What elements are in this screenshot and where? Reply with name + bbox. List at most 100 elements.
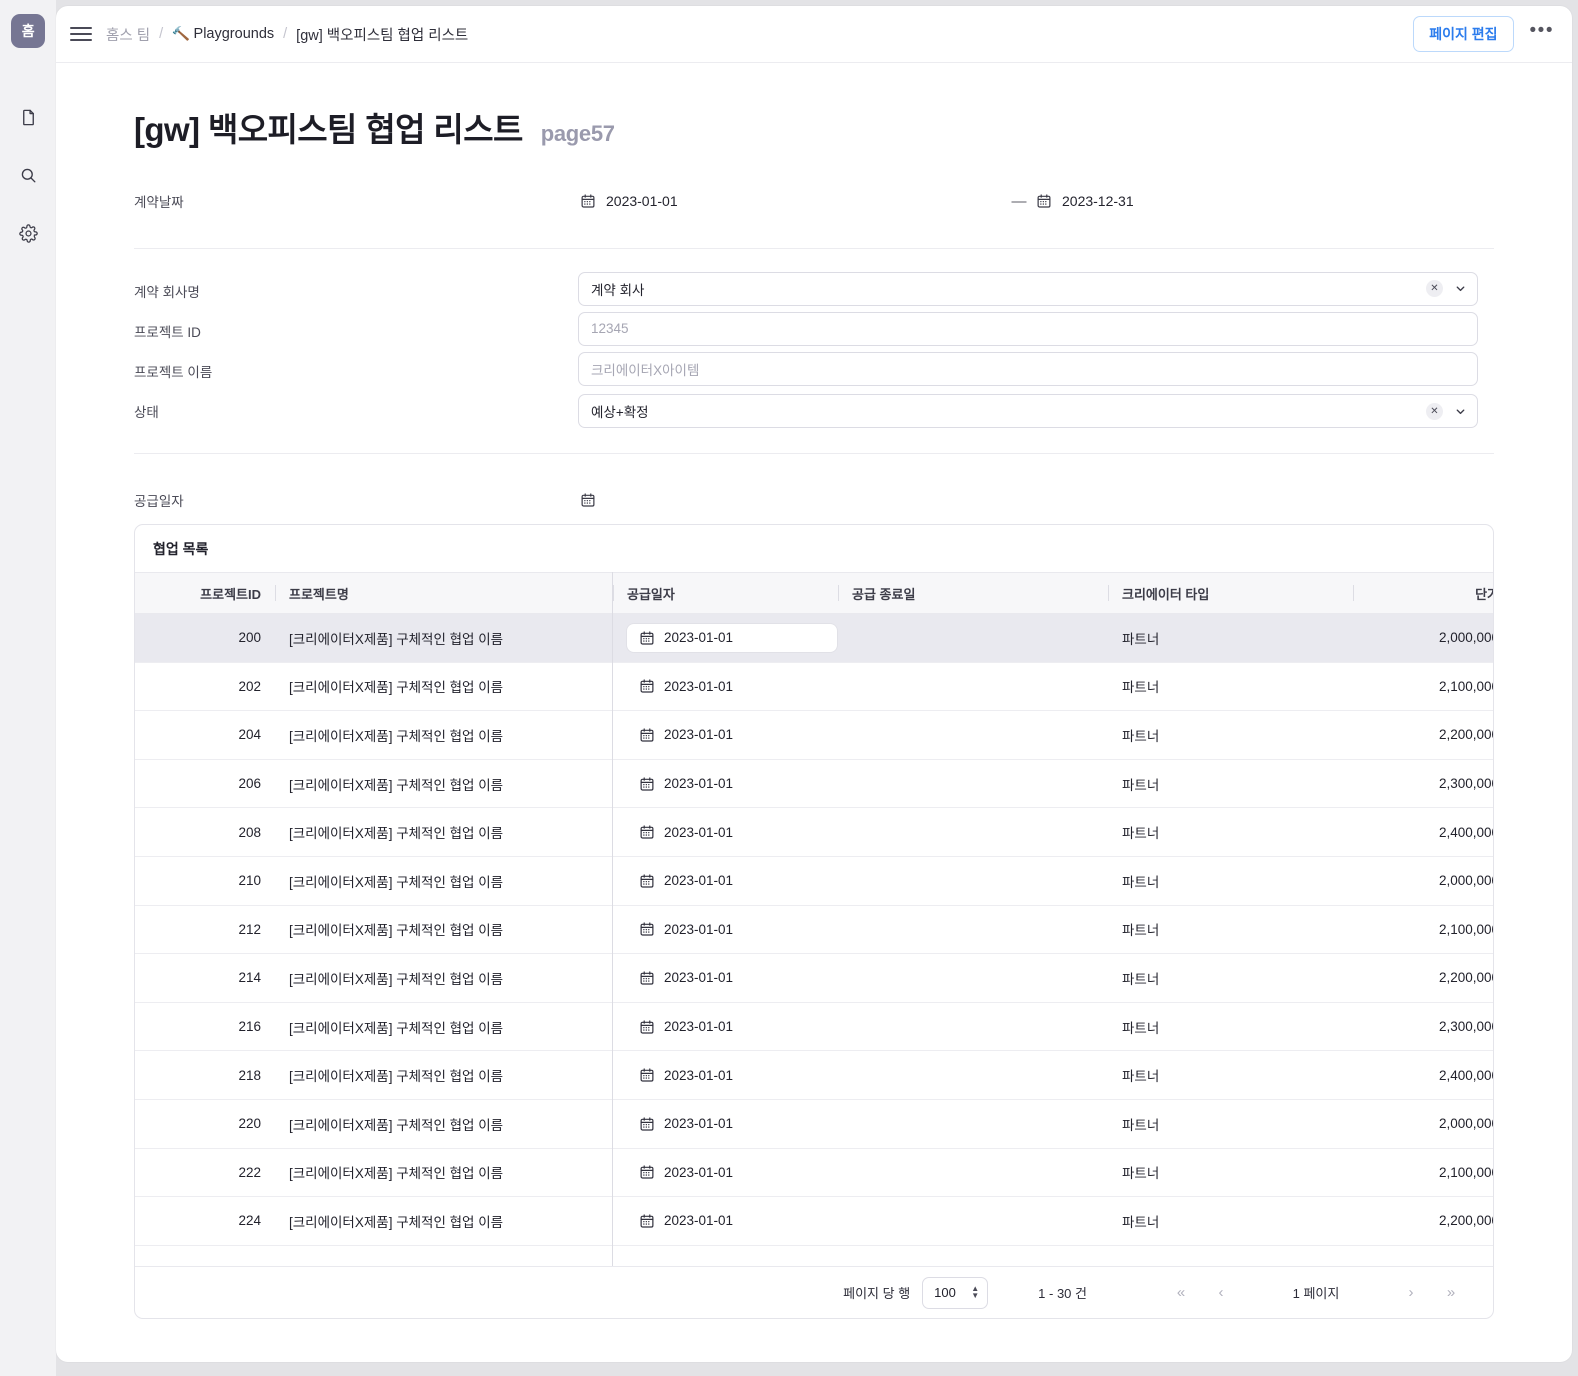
chevron-down-icon[interactable] (1454, 405, 1467, 418)
cell-supply-date[interactable]: 2023-01-01 (613, 759, 838, 809)
contract-date-end-input[interactable]: 2023-12-31 (1034, 189, 1136, 213)
cell-creator-type: 파트너 (1108, 1002, 1353, 1052)
project-id-input[interactable]: 12345 (578, 311, 1478, 346)
column-header-project-id[interactable]: 프로젝트ID (135, 572, 275, 614)
cell-supply-date[interactable]: 2023-01-01 (613, 613, 838, 663)
rail-home-button[interactable]: 홈 (11, 14, 45, 48)
supply-date-picker[interactable]: 2023-01-01 (627, 867, 745, 895)
table-row[interactable]: 214 [크리에이터X제품] 구체적인 협업 이름 2023-01-01 파트너 2,2… (135, 953, 1493, 1003)
cell-project-name: [크리에이터X제품] 구체적인 협업 이름 (275, 1002, 613, 1052)
next-page-button[interactable]: › (1391, 1284, 1431, 1301)
clear-icon[interactable]: ✕ (1426, 402, 1443, 420)
supply-date-picker[interactable]: 2023-01-01 (627, 1061, 745, 1089)
chevron-down-icon[interactable] (1454, 282, 1467, 295)
table-row[interactable]: 200 [크리에이터X제품] 구체적인 협업 이름 2023-01-01 파트너 2,0… (135, 613, 1493, 663)
collaboration-list-card: 협업 목록 프로젝트ID 프로젝트명 공급일자 공급 종료일 크리에이터 타입 (134, 524, 1494, 1319)
cell-project-id: 212 (135, 905, 275, 955)
table-body: 200 [크리에이터X제품] 구체적인 협업 이름 2023-01-01 파트너 2,0… (135, 613, 1493, 1246)
calendar-icon (640, 1117, 654, 1131)
column-header-creator-type[interactable]: 크리에이터 타입 (1108, 572, 1353, 614)
cell-supply-end-date[interactable] (838, 662, 1108, 712)
cell-supply-end-date[interactable] (838, 759, 1108, 809)
supply-date-text: 2023-01-01 (664, 630, 734, 646)
supply-date-picker[interactable]: 2023-01-01 (627, 1013, 745, 1041)
supply-date-picker[interactable]: 2023-01-01 (627, 770, 745, 798)
more-options-icon[interactable]: ••• (1530, 21, 1554, 42)
edit-page-button[interactable]: 페이지 편집 (1413, 16, 1514, 52)
cell-supply-date[interactable]: 2023-01-01 (613, 710, 838, 760)
project-name-input[interactable]: 크리에이터X아이템 (578, 351, 1478, 386)
table-row[interactable]: 208 [크리에이터X제품] 구체적인 협업 이름 2023-01-01 파트너 2,4… (135, 807, 1493, 857)
rows-per-page-stepper[interactable]: 100 ▲ ▼ (922, 1276, 989, 1309)
cell-supply-end-date[interactable] (838, 905, 1108, 955)
cell-supply-end-date[interactable] (838, 710, 1108, 760)
supply-date-picker[interactable]: 2023-01-01 (627, 1158, 745, 1186)
clear-icon[interactable]: ✕ (1426, 280, 1443, 297)
cell-supply-date[interactable]: 2023-01-01 (613, 953, 838, 1003)
cell-supply-end-date[interactable] (838, 953, 1108, 1003)
cell-supply-date[interactable]: 2023-01-01 (613, 1050, 838, 1100)
cell-supply-end-date[interactable] (838, 856, 1108, 906)
prev-page-button[interactable]: ‹ (1201, 1284, 1241, 1301)
breadcrumb-space[interactable]: 🔨 Playgrounds (171, 25, 274, 43)
cell-supply-date[interactable]: 2023-01-01 (613, 662, 838, 712)
cell-supply-date[interactable]: 2023-01-01 (613, 856, 838, 906)
column-header-unit-price[interactable]: 단가 (1353, 572, 1493, 614)
cell-supply-end-date[interactable] (838, 807, 1108, 857)
cell-supply-end-date[interactable] (838, 1050, 1108, 1100)
first-page-button[interactable]: « (1161, 1284, 1201, 1301)
supply-date-input[interactable] (578, 488, 608, 512)
table-row[interactable]: 224 [크리에이터X제품] 구체적인 협업 이름 2023-01-01 파트너 2,2… (135, 1196, 1493, 1246)
cell-supply-date[interactable]: 2023-01-01 (613, 1196, 838, 1246)
table-row[interactable]: 222 [크리에이터X제품] 구체적인 협업 이름 2023-01-01 파트너 2,1… (135, 1148, 1493, 1198)
cell-supply-end-date[interactable] (838, 1002, 1108, 1052)
supply-date-text: 2023-01-01 (664, 1116, 734, 1132)
cell-supply-date[interactable]: 2023-01-01 (613, 807, 838, 857)
stepper-arrows-icon[interactable]: ▲ ▼ (971, 1285, 979, 1300)
column-divider (613, 585, 614, 601)
table-row[interactable]: 206 [크리에이터X제품] 구체적인 협업 이름 2023-01-01 파트너 2,3… (135, 759, 1493, 809)
supply-date-picker[interactable]: 2023-01-01 (627, 672, 745, 700)
cell-supply-date[interactable]: 2023-01-01 (613, 1148, 838, 1198)
supply-date-picker[interactable]: 2023-01-01 (627, 964, 745, 992)
supply-date-text: 2023-01-01 (664, 824, 734, 840)
column-header-supply-end-date[interactable]: 공급 종료일 (838, 572, 1108, 614)
collaboration-table: 프로젝트ID 프로젝트명 공급일자 공급 종료일 크리에이터 타입 단가 200… (135, 572, 1493, 1246)
table-scroll-area[interactable]: 프로젝트ID 프로젝트명 공급일자 공급 종료일 크리에이터 타입 단가 200… (135, 572, 1493, 1266)
supply-date-picker[interactable]: 2023-01-01 (627, 915, 745, 943)
column-divider (838, 585, 839, 601)
breadcrumb-separator-1: / (159, 26, 164, 42)
rows-per-page-label: 페이지 당 행 (843, 1286, 911, 1301)
hamburger-icon[interactable] (70, 23, 92, 45)
cell-supply-end-date[interactable] (838, 1099, 1108, 1149)
cell-supply-end-date[interactable] (838, 1148, 1108, 1198)
breadcrumb-team[interactable]: 홈스 팀 (106, 24, 150, 45)
table-row[interactable]: 210 [크리에이터X제품] 구체적인 협업 이름 2023-01-01 파트너 2,0… (135, 856, 1493, 906)
search-icon[interactable] (11, 158, 45, 192)
cell-supply-date[interactable]: 2023-01-01 (613, 905, 838, 955)
table-row[interactable]: 204 [크리에이터X제품] 구체적인 협업 이름 2023-01-01 파트너 2,2… (135, 710, 1493, 760)
table-row[interactable]: 216 [크리에이터X제품] 구체적인 협업 이름 2023-01-01 파트너 2,3… (135, 1002, 1493, 1052)
cell-supply-end-date[interactable] (838, 1196, 1108, 1246)
table-row[interactable]: 202 [크리에이터X제품] 구체적인 협업 이름 2023-01-01 파트너 2,1… (135, 662, 1493, 712)
document-icon[interactable] (11, 100, 45, 134)
supply-date-picker[interactable]: 2023-01-01 (627, 818, 745, 846)
table-row[interactable]: 212 [크리에이터X제품] 구체적인 협업 이름 2023-01-01 파트너 2,1… (135, 905, 1493, 955)
supply-date-picker[interactable]: 2023-01-01 (627, 623, 838, 652)
cell-supply-date[interactable]: 2023-01-01 (613, 1099, 838, 1149)
last-page-button[interactable]: » (1431, 1284, 1471, 1301)
column-header-project-name[interactable]: 프로젝트명 (275, 572, 613, 614)
supply-date-picker[interactable]: 2023-01-01 (627, 721, 745, 749)
table-row[interactable]: 220 [크리에이터X제품] 구체적인 협업 이름 2023-01-01 파트너 2,0… (135, 1099, 1493, 1149)
cell-project-id: 202 (135, 662, 275, 712)
supply-date-picker[interactable]: 2023-01-01 (627, 1207, 745, 1235)
settings-icon[interactable] (11, 216, 45, 250)
company-select[interactable]: 계약 회사 ✕ (578, 271, 1478, 306)
contract-date-start-input[interactable]: 2023-01-01 (578, 189, 1010, 213)
table-row[interactable]: 218 [크리에이터X제품] 구체적인 협업 이름 2023-01-01 파트너 2,4… (135, 1050, 1493, 1100)
cell-supply-end-date[interactable] (838, 613, 1108, 663)
column-header-supply-date[interactable]: 공급일자 (613, 572, 838, 614)
supply-date-picker[interactable]: 2023-01-01 (627, 1110, 745, 1138)
cell-supply-date[interactable]: 2023-01-01 (613, 1002, 838, 1052)
status-select[interactable]: 예상+확정 ✕ (578, 394, 1478, 428)
